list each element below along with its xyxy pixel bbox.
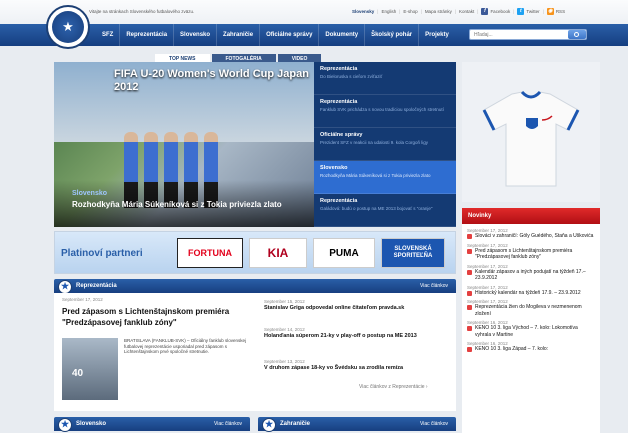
section-header-slovensko: Slovensko Viac článkov [54, 417, 250, 432]
list-item[interactable]: September 17, 2012 Kalendár zápasov a iný… [467, 264, 595, 282]
partners-banner: Platinoví partneri FORTUNA KIA PUMA SLOV… [54, 231, 456, 274]
hero-category: Slovensko [72, 190, 108, 197]
nav-item-zahranicie[interactable]: Zahraničie [217, 24, 261, 46]
more-reprezentacia-link[interactable]: Viac článkov z Reprezentácie › [359, 384, 428, 390]
novinky-list: September 17, 2012 Slováci v zahraničí: G… [462, 224, 600, 433]
lang-english-link[interactable]: English [378, 9, 399, 14]
news-item[interactable]: September 15, 2012 Stanislav Griga odpov… [264, 299, 450, 312]
list-item[interactable]: September 16, 2012 KENO 10 3. liga Východ… [467, 320, 595, 338]
reprezentacia-body: September 17, 2012 Pred zápasom s Lichte… [54, 293, 456, 411]
facebook-link[interactable]: f Facebook [478, 8, 513, 15]
sfz-logo[interactable] [46, 5, 90, 49]
section-title: Reprezentácia [76, 283, 117, 289]
nav-item-dokumenty[interactable]: Dokumenty [319, 24, 366, 46]
article-title[interactable]: Pred zápasom s Lichtenštajnskom premiéra… [62, 306, 252, 328]
article-excerpt: BRATISLAVA (FANKLUB-SVK) – Oficiálny fan… [124, 338, 247, 354]
twitter-icon: t [517, 8, 525, 15]
hero-list-item-active[interactable]: Slovensko Rozhodkyňa Mária Súkeníková si … [314, 161, 456, 194]
rss-icon: ◉ [546, 8, 554, 15]
article-date: September 17, 2012 [62, 297, 103, 302]
list-item[interactable]: September 17, 2012 Reprezentácia žien do … [467, 299, 595, 317]
top-bar: Vitajte na stránkach Slovenského futbalo… [0, 0, 628, 24]
list-item[interactable]: September 17, 2012 Pred zápasom s Lichten… [467, 243, 595, 261]
partner-puma-logo[interactable]: PUMA [313, 238, 375, 268]
section-title: Slovensko [76, 421, 107, 427]
article-photo[interactable] [62, 338, 118, 400]
hero-title[interactable]: Rozhodkyňa Mária Súkeníková si z Tokia p… [72, 200, 282, 209]
section-title: Zahraničie [280, 421, 311, 427]
partner-kia-logo[interactable]: KIA [249, 238, 307, 268]
nav-item-reprezentacia[interactable]: Reprezentácia [120, 24, 175, 46]
eshop-link[interactable]: E-shop [400, 9, 420, 14]
list-item[interactable]: September 17, 2012 Historický kalendár na… [467, 285, 595, 297]
hero-list-item[interactable]: Reprezentácia Fanklub SVK prichádza s nov… [314, 95, 456, 128]
sfz-ball-icon [58, 280, 72, 294]
list-item[interactable]: September 16, 2012 KENO 10 3. liga Západ … [467, 341, 595, 353]
nav-item-slovensko[interactable]: Slovensko [174, 24, 218, 46]
hero-list-item[interactable]: Reprezentácia Do Bieloruska s cieľom zvíť… [314, 62, 456, 95]
partners-label: Platinoví partneri [61, 248, 143, 259]
hero-slide[interactable]: FIFA U-20 Women's World Cup Japan 2012 S… [54, 62, 314, 227]
contact-link[interactable]: Kontakt [456, 9, 477, 14]
novinky-header: Novinky [462, 208, 600, 224]
rss-link[interactable]: ◉ RSS [544, 8, 568, 15]
news-item[interactable]: September 14, 2012 Holanďania súperom 21… [264, 327, 450, 340]
hero-news-list: Reprezentácia Do Bieloruska s cieľom zvíť… [314, 62, 456, 227]
nav-item-skolsky-pohar[interactable]: Školský pohár [365, 24, 420, 46]
nav-item-projekty[interactable]: Projekty [419, 24, 455, 46]
hero-banner-text: FIFA U-20 Women's World Cup Japan 2012 [114, 68, 309, 93]
sfz-ball-icon [58, 418, 72, 432]
list-item[interactable]: September 17, 2012 Slováci v zahraničí: G… [467, 228, 595, 240]
search-button[interactable] [568, 30, 586, 39]
twitter-link[interactable]: t Twitter [514, 8, 542, 15]
more-articles-link[interactable]: Viac článkov [420, 283, 448, 289]
lang-slovensky-link[interactable]: Slovensky [349, 9, 377, 14]
section-header-zahranicie: Zahraničie Viac článkov [258, 417, 456, 432]
partner-fortuna-logo[interactable]: FORTUNA [177, 238, 243, 268]
jersey-promo[interactable] [462, 62, 600, 202]
news-item[interactable]: September 13, 2012 V druhom zápase 18-ky… [264, 359, 450, 372]
nav-item-oficialne-spravy[interactable]: Oficiálne správy [260, 24, 320, 46]
jersey-icon [482, 90, 580, 187]
hero-list-item[interactable]: Oficiálne správy Prezident SFZ v reakcii … [314, 128, 456, 161]
sfz-emblem-icon [52, 11, 84, 43]
welcome-text: Vitajte na stránkach Slovenského futbalo… [89, 9, 195, 14]
facebook-icon: f [481, 8, 489, 15]
hero-list-item[interactable]: Reprezentácia Galádová: budú o postup na … [314, 194, 456, 227]
nav-items: SFZ Reprezentácia Slovensko Zahraničie O… [96, 24, 455, 46]
partner-sporitelna-logo[interactable]: SLOVENSKÁ SPORITEĽŇA [381, 238, 445, 268]
top-links: Slovensky | English | E-shop | Mapa stránky… [349, 8, 568, 15]
more-articles-link[interactable]: Viac článkov [420, 421, 448, 427]
more-articles-link[interactable]: Viac článkov [214, 421, 242, 427]
sfz-ball-icon [262, 418, 276, 432]
section-header-reprezentacia: Reprezentácia Viac článkov [54, 279, 456, 294]
sitemap-link[interactable]: Mapa stránky [422, 9, 455, 14]
nav-item-sfz[interactable]: SFZ [96, 24, 121, 46]
